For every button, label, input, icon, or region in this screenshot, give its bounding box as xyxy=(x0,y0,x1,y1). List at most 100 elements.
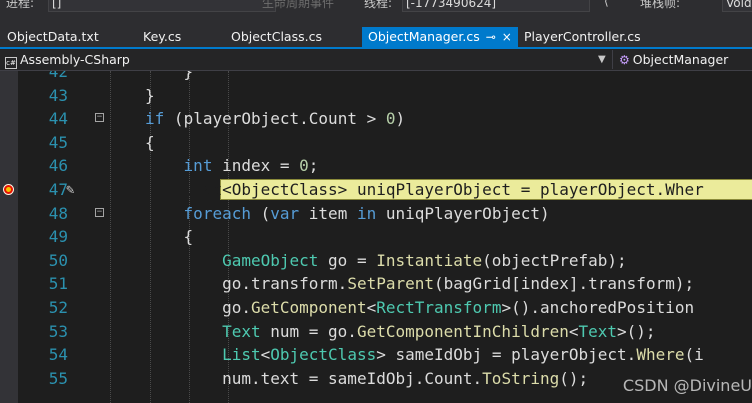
project-dropdown[interactable]: c# Assembly-CSharp ▼ xyxy=(0,50,610,69)
code-token: Text xyxy=(578,321,618,341)
pin-icon[interactable]: ⊸ xyxy=(486,27,496,47)
tab-key-cs[interactable]: Key.cs xyxy=(143,27,181,47)
code-line[interactable]: 52 go.GetComponent<RectTransform>().ancho… xyxy=(0,296,752,320)
line-number: 49 xyxy=(48,227,68,247)
code-token: num.text = sameIdObj.Count. xyxy=(222,368,483,388)
code-token: in xyxy=(356,203,377,223)
code-token: (i xyxy=(684,345,704,365)
code-line[interactable]: 49 { xyxy=(0,225,752,249)
tab-objectdata-txt[interactable]: ObjectData.txt xyxy=(7,27,99,47)
code-line[interactable]: 46 int index = 0; xyxy=(0,154,752,178)
lifecycle-events-button[interactable]: 生命周期事件 xyxy=(262,0,334,11)
collapse-icon[interactable]: − xyxy=(95,207,104,217)
code-line[interactable]: 50 GameObject go = Instantiate(objectPref… xyxy=(0,249,752,273)
watermark: CSDN @DivineU xyxy=(622,376,752,395)
thread-select[interactable]: [-1773490624] xyxy=(402,0,590,12)
code-token: GetComponentInChildren xyxy=(356,321,569,341)
code-text: { xyxy=(145,131,155,155)
process-select[interactable]: [] xyxy=(48,0,276,12)
line-number: 43 xyxy=(48,85,68,105)
collapse-icon[interactable]: − xyxy=(95,113,104,123)
tab-objectmanager-cs[interactable]: ObjectManager.cs ⊸ × xyxy=(362,27,518,47)
code-text: foreach (var item in uniqPlayerObject) xyxy=(184,202,550,226)
code-token: Text xyxy=(222,321,261,341)
thread-label: 线程: xyxy=(364,0,393,10)
tab-label: Key.cs xyxy=(143,29,182,44)
code-token: go = xyxy=(318,250,377,270)
code-editor[interactable]: 42} 43} 44− if (playerObject.Count > 0) 45 {4… xyxy=(0,71,752,403)
code-text: List<ObjectClass> uniqPlayerObject = pla… xyxy=(184,178,704,202)
code-text: go.transform.SetParent(bagGrid[index].tr… xyxy=(222,272,694,296)
code-token: Instantiate xyxy=(376,250,483,270)
chevron-down-icon: ▼ xyxy=(598,54,606,65)
code-token: >(); xyxy=(617,321,656,341)
code-token: var xyxy=(270,203,300,223)
code-token: (bagGrid[index].transform); xyxy=(434,274,695,294)
line-number: 51 xyxy=(48,274,68,294)
code-token: 0 xyxy=(385,109,396,129)
code-token: ToString xyxy=(482,368,560,388)
type-dropdown[interactable]: ⚙ ObjectManager xyxy=(612,50,752,69)
code-token: ( xyxy=(250,203,271,223)
code-text: GameObject go = Instantiate(objectPrefab… xyxy=(222,249,627,273)
code-token: (); xyxy=(559,368,589,388)
tab-objectclass-cs[interactable]: ObjectClass.cs xyxy=(231,27,322,47)
code-line[interactable]: 51 go.transform.SetParent(bagGrid[index].… xyxy=(0,272,752,296)
code-text: Text num = go.GetComponentInChildren<Tex… xyxy=(222,320,655,344)
code-line[interactable]: 54 List<ObjectClass> sameIdObj = playerOb… xyxy=(0,343,752,367)
code-text: } xyxy=(145,84,155,108)
code-token: SetParent xyxy=(347,274,435,294)
code-line[interactable]: 42} xyxy=(0,71,752,84)
code-line[interactable]: 45 { xyxy=(0,131,752,155)
code-token: GameObject xyxy=(222,250,319,270)
document-tab-strip: ObjectData.txt Key.cs ObjectClass.cs Obj… xyxy=(0,27,752,49)
filter-icon[interactable]: ⟨ xyxy=(604,0,609,8)
close-icon[interactable]: × xyxy=(502,27,512,47)
code-token: >().anchoredPosition xyxy=(501,298,695,317)
stackframe-select[interactable]: Void xyxy=(722,0,752,12)
line-number: 42 xyxy=(48,71,68,81)
code-text: go.GetComponent<RectTransform>().anchore… xyxy=(222,296,694,320)
code-token: 0 xyxy=(299,156,309,176)
line-number: 46 xyxy=(48,156,68,176)
line-number: 45 xyxy=(48,132,68,152)
code-token: num = go. xyxy=(260,321,357,341)
code-text: num.text = sameIdObj.Count.ToString(); xyxy=(222,367,588,391)
code-token: int xyxy=(183,156,213,176)
class-icon: ⚙ xyxy=(619,53,630,67)
type-name: ObjectManager xyxy=(632,52,729,67)
code-text: List<ObjectClass> sameIdObj = playerObje… xyxy=(222,343,704,367)
tab-label: ObjectData.txt xyxy=(7,29,99,44)
code-token: (objectPrefab); xyxy=(482,250,627,270)
tab-playercontroller-cs[interactable]: PlayerController.cs xyxy=(524,27,641,47)
line-number: 50 xyxy=(48,250,68,270)
code-token: go. xyxy=(222,298,251,317)
breakpoint-icon[interactable] xyxy=(3,184,14,195)
code-token: go.transform. xyxy=(222,274,348,294)
code-line[interactable]: 48 − foreach (var item in uniqPlayerObject… xyxy=(0,202,752,226)
line-number: 55 xyxy=(48,368,68,388)
line-number: 54 xyxy=(48,345,68,365)
csharp-project-icon: c# xyxy=(5,57,17,69)
line-number: 48 xyxy=(48,203,68,223)
code-token: index = xyxy=(212,156,300,176)
stackframe-label: 堆栈帧: xyxy=(640,0,681,10)
code-line[interactable]: 53 Text num = go.GetComponentInChildren<T… xyxy=(0,320,752,344)
code-token: { xyxy=(145,132,155,152)
debug-toolbar: 进程: [] 生命周期事件 线程: [-1773490624] ⟨ 堆栈帧: V… xyxy=(0,0,752,27)
process-label: 进程: xyxy=(6,0,35,10)
line-number: 53 xyxy=(48,321,68,341)
navigation-bar: c# Assembly-CSharp ▼ ⚙ ObjectManager xyxy=(0,49,752,71)
code-line[interactable]: 44 − if (playerObject.Count > 0) xyxy=(0,107,752,131)
code-line[interactable]: 43} xyxy=(0,84,752,108)
code-text: int index = 0; xyxy=(184,154,319,178)
code-token: uniqPlayerObject) xyxy=(376,203,550,223)
code-token: List<ObjectClass> uniqPlayerObject = pla… xyxy=(183,180,704,199)
code-token: List xyxy=(222,345,261,365)
tab-label: ObjectClass.cs xyxy=(231,29,322,44)
line-number: 52 xyxy=(48,298,68,317)
code-token: (playerObject.Count > xyxy=(164,109,386,129)
code-token: { xyxy=(183,227,194,247)
code-token: ) xyxy=(395,109,406,129)
current-statement-line[interactable]: ✎ 47 List<ObjectClass> uniqPlayerObject = … xyxy=(0,178,752,202)
